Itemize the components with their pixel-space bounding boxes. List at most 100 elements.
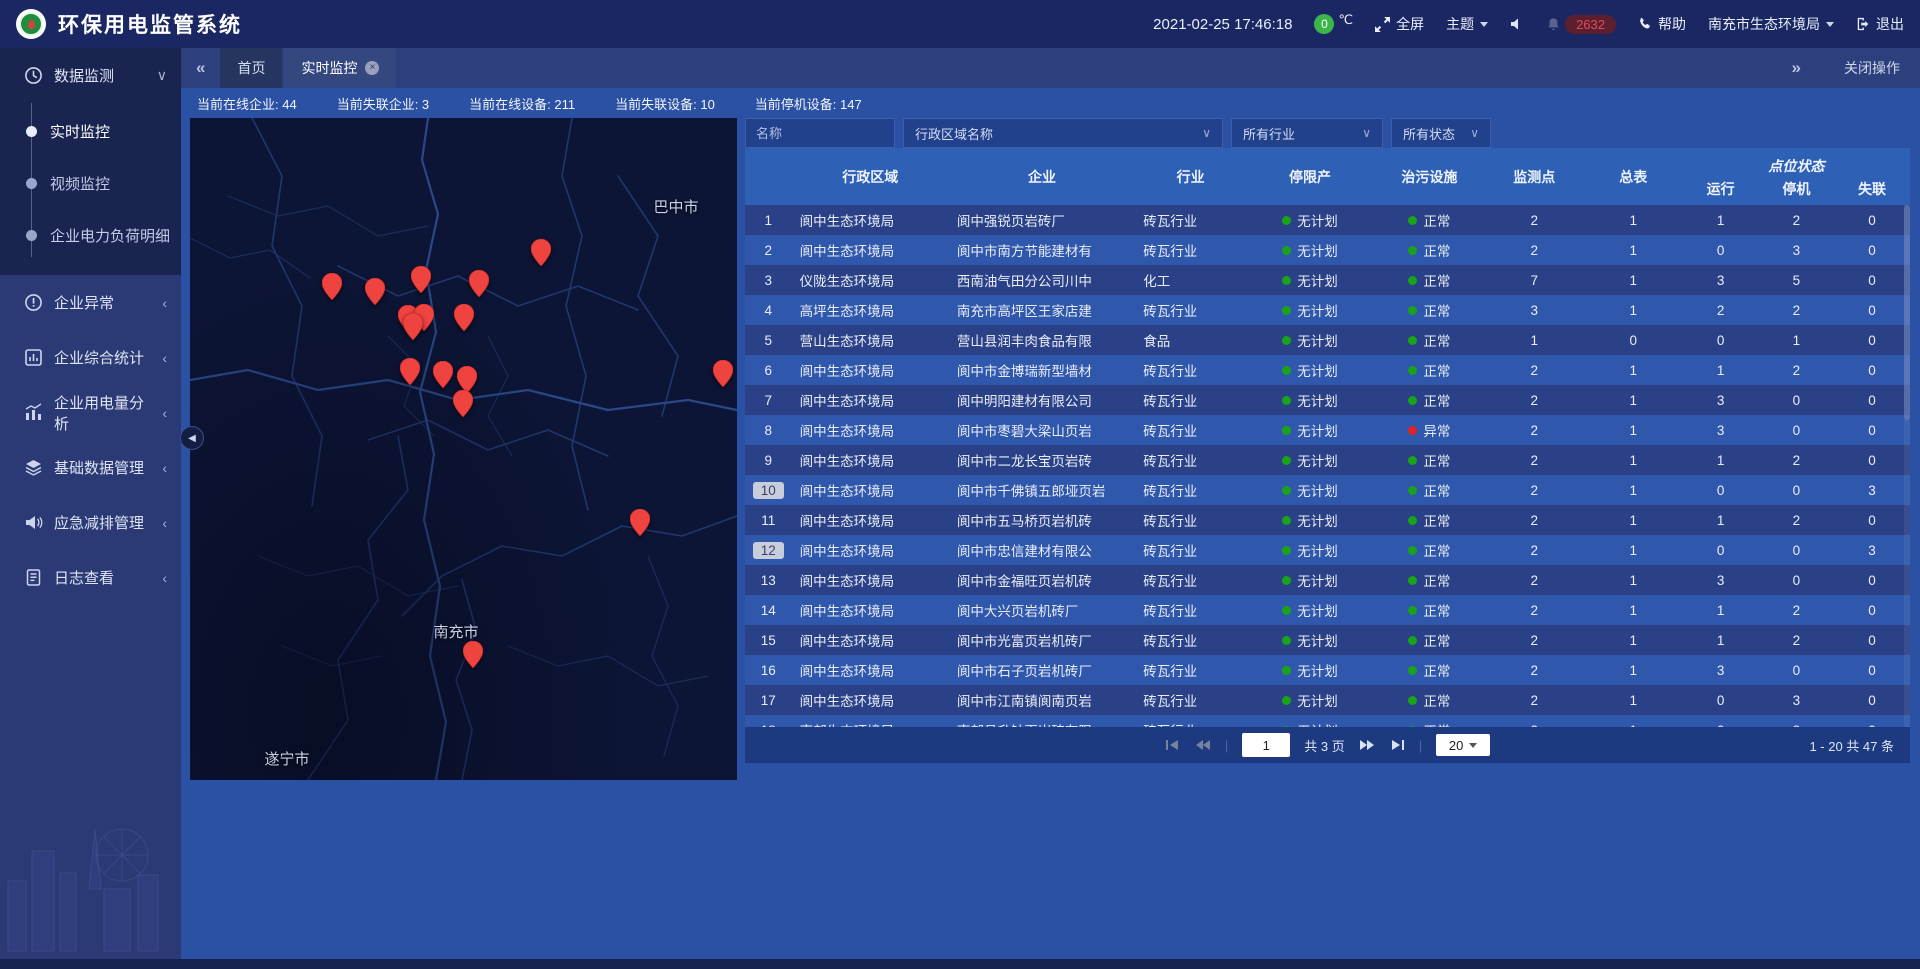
map-pin[interactable]	[322, 273, 342, 300]
cell-total-meter: 1	[1584, 423, 1683, 438]
table-row[interactable]: 9阆中生态环境局阆中市二龙长宝页岩砖砖瓦行业无计划正常21120	[745, 445, 1910, 475]
chevron-collapsed-icon: ‹	[162, 570, 167, 586]
cell-stopped: 0	[1758, 423, 1834, 438]
sidebar-item-enterprise-abnormal[interactable]: 企业异常‹	[0, 275, 181, 330]
cell-industry: 砖瓦行业	[1135, 630, 1246, 650]
cell-pollution-facility: 正常	[1374, 360, 1485, 380]
page-number-input[interactable]	[1242, 733, 1290, 757]
sidebar-item-emergency-reduction[interactable]: 应急减排管理‹	[0, 495, 181, 550]
cell-total-meter: 1	[1584, 273, 1683, 288]
table-row[interactable]: 8阆中生态环境局阆中市枣碧大梁山页岩砖瓦行业无计划异常21300	[745, 415, 1910, 445]
stop-production-value: 无计划	[1297, 720, 1338, 727]
table-row[interactable]: 11阆中生态环境局阆中市五马桥页岩机砖砖瓦行业无计划正常21120	[745, 505, 1910, 535]
help-button[interactable]: 帮助	[1638, 14, 1686, 34]
industry-filter-select[interactable]: 所有行业 ∨	[1231, 118, 1383, 148]
map-pin[interactable]	[365, 278, 385, 305]
table-row[interactable]: 18南部生态环境局南部县升钟页岩砖有限砖瓦行业无计划正常21030	[745, 715, 1910, 727]
status-dot-icon	[1282, 336, 1291, 345]
map-pin[interactable]	[403, 313, 423, 340]
next-page-button[interactable]	[1359, 739, 1375, 751]
org-menu-button[interactable]: 南充市生态环境局	[1708, 14, 1834, 34]
cell-running: 1	[1683, 213, 1759, 228]
map[interactable]: 巴中市南充市遂宁市	[190, 118, 737, 780]
sidebar-item-base-data[interactable]: 基础数据管理‹	[0, 440, 181, 495]
theme-menu-button[interactable]: 主题	[1446, 14, 1488, 34]
table-row[interactable]: 3仪陇生态环境局西南油气田分公司川中化工无计划正常71350	[745, 265, 1910, 295]
cell-offline: 3	[1834, 543, 1910, 558]
table-row[interactable]: 16阆中生态环境局阆中市石子页岩机砖厂砖瓦行业无计划正常21300	[745, 655, 1910, 685]
scrollbar-track[interactable]	[1904, 205, 1910, 727]
pollution-facility-value: 正常	[1423, 210, 1450, 230]
map-collapse-button[interactable]: ◀	[180, 426, 204, 450]
map-pin[interactable]	[411, 266, 431, 293]
table-header: 行政区域 企业 行业 停限产 治污设施 监测点 总表 点位状态 运行 停机 失联	[745, 148, 1910, 205]
map-pin[interactable]	[463, 641, 483, 668]
page-size-select[interactable]: 20	[1436, 734, 1490, 756]
cell-monitor-points: 2	[1485, 213, 1584, 228]
table-row[interactable]: 5营山生态环境局营山县润丰肉食品有限食品无计划正常10010	[745, 325, 1910, 355]
sidebar-item-realtime-monitor[interactable]: 实时监控	[0, 105, 181, 157]
sidebar-item-video-monitor[interactable]: 视频监控	[0, 157, 181, 209]
table-row[interactable]: 10阆中生态环境局阆中市千佛镇五郎垭页岩砖瓦行业无计划正常21003	[745, 475, 1910, 505]
table-row[interactable]: 1阆中生态环境局阆中强锐页岩砖厂砖瓦行业无计划正常21120	[745, 205, 1910, 235]
table-row[interactable]: 4高坪生态环境局南充市高坪区王家店建砖瓦行业无计划正常31220	[745, 295, 1910, 325]
status-dot-icon	[1408, 246, 1417, 255]
sidebar-item-power-usage-analysis[interactable]: 企业用电量分析‹	[0, 385, 181, 440]
sidebar-item-data-monitoring[interactable]: 数据监测∨	[0, 48, 181, 103]
table-row[interactable]: 2阆中生态环境局阆中市南方节能建材有砖瓦行业无计划正常21030	[745, 235, 1910, 265]
close-operations-button[interactable]: 关闭操作	[1844, 58, 1900, 78]
chevron-down-icon: ∨	[1202, 126, 1211, 140]
map-pin[interactable]	[457, 366, 477, 393]
map-pin[interactable]	[400, 358, 420, 385]
table-row[interactable]: 7阆中生态环境局阆中明阳建材有限公司砖瓦行业无计划正常21300	[745, 385, 1910, 415]
cell-region: 阆中生态环境局	[792, 210, 949, 230]
table-row[interactable]: 14阆中生态环境局阆中大兴页岩机砖厂砖瓦行业无计划正常21120	[745, 595, 1910, 625]
sidebar-item-label: 应急减排管理	[54, 512, 144, 533]
last-page-button[interactable]	[1389, 739, 1405, 751]
first-page-button[interactable]	[1165, 739, 1181, 751]
region-filter-select[interactable]: 行政区域名称 ∨	[903, 118, 1223, 148]
tab-home[interactable]: 首页	[220, 48, 282, 88]
cell-industry: 砖瓦行业	[1135, 240, 1246, 260]
cell-pollution-facility: 正常	[1374, 330, 1485, 350]
name-filter-input[interactable]	[745, 118, 895, 148]
tabs-scroll-right-icon[interactable]: »	[1777, 58, 1816, 78]
status-dot-icon	[1282, 486, 1291, 495]
table-row[interactable]: 17阆中生态环境局阆中市江南镇阆南页岩砖瓦行业无计划正常21030	[745, 685, 1910, 715]
tabs-scroll-left-icon[interactable]: «	[181, 58, 220, 78]
sidebar-item-enterprise-statistics[interactable]: 企业综合统计‹	[0, 330, 181, 385]
notifications-button[interactable]: 2632	[1546, 15, 1616, 34]
table-row[interactable]: 6阆中生态环境局阆中市金博瑞新型墙材砖瓦行业无计划正常21120	[745, 355, 1910, 385]
prev-page-button[interactable]	[1195, 739, 1211, 751]
map-pin[interactable]	[433, 361, 453, 388]
cell-industry: 砖瓦行业	[1135, 390, 1246, 410]
map-pin[interactable]	[630, 509, 650, 536]
map-pin[interactable]	[713, 360, 733, 387]
logout-button[interactable]: 退出	[1856, 14, 1904, 34]
cell-region: 阆中生态环境局	[792, 660, 949, 680]
cell-pollution-facility: 正常	[1374, 210, 1485, 230]
scrollbar-thumb[interactable]	[1904, 205, 1910, 420]
map-pin[interactable]	[469, 270, 489, 297]
table-row[interactable]: 13阆中生态环境局阆中市金福旺页岩机砖砖瓦行业无计划正常21300	[745, 565, 1910, 595]
cell-stopped: 5	[1758, 273, 1834, 288]
map-pin[interactable]	[454, 304, 474, 331]
sound-button[interactable]	[1510, 17, 1524, 31]
first-page-icon	[1165, 739, 1181, 751]
table-row[interactable]: 15阆中生态环境局阆中市光富页岩机砖厂砖瓦行业无计划正常21120	[745, 625, 1910, 655]
cell-company: 南充市高坪区王家店建	[949, 300, 1135, 320]
sidebar-item-label: 数据监测	[54, 65, 114, 86]
close-icon[interactable]: ×	[365, 61, 379, 75]
cell-stop-production: 无计划	[1246, 480, 1374, 500]
map-pin[interactable]	[531, 239, 551, 266]
status-filter-select[interactable]: 所有状态 ∨	[1391, 118, 1491, 148]
map-pin[interactable]	[453, 390, 473, 417]
tab-realtime-monitor[interactable]: 实时监控 ×	[284, 48, 396, 88]
fullscreen-button[interactable]: 全屏	[1375, 14, 1424, 34]
sidebar-item-log-view[interactable]: 日志查看‹	[0, 550, 181, 605]
cell-region: 阆中生态环境局	[792, 360, 949, 380]
sidebar-item-power-load-detail[interactable]: 企业电力负荷明细	[0, 209, 181, 261]
cell-company: 西南油气田分公司川中	[949, 270, 1135, 290]
sidebar-item-label: 基础数据管理	[54, 457, 144, 478]
table-row[interactable]: 12阆中生态环境局阆中市忠信建材有限公砖瓦行业无计划正常21003	[745, 535, 1910, 565]
